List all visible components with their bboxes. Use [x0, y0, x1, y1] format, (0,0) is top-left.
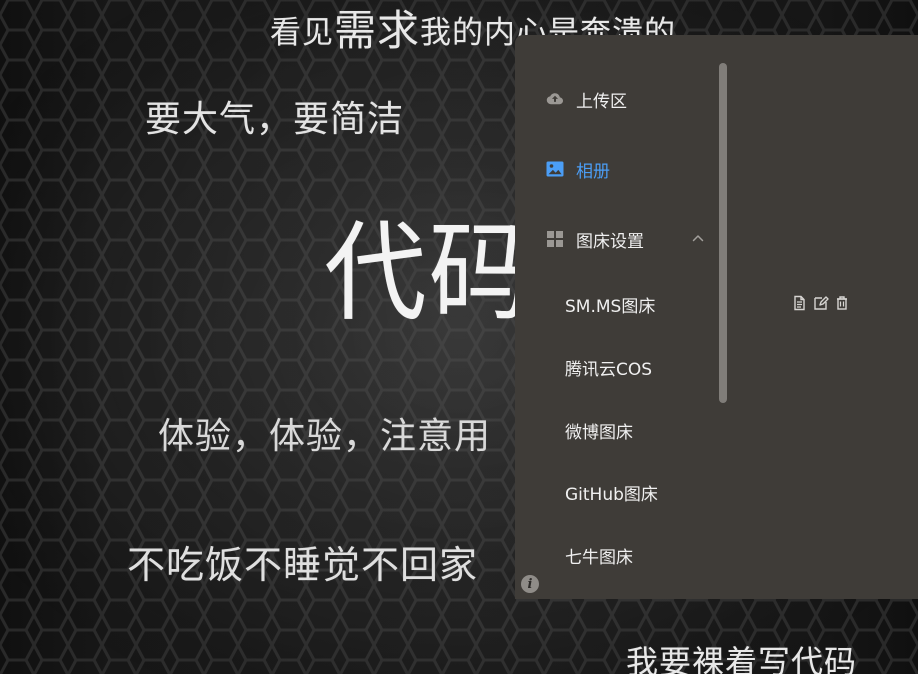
submenu-item-smms[interactable]: SM.MS图床	[515, 287, 715, 321]
submenu-item-github-label: GitHub图床	[565, 484, 658, 505]
trash-icon[interactable]	[832, 293, 852, 313]
background-text-line-1-prefix: 看见	[270, 15, 334, 51]
cloud-upload-icon	[545, 89, 565, 109]
menu-item-upload-label: 上传区	[576, 91, 627, 112]
background-text-line-4: 体验，体验，注意用	[158, 416, 492, 457]
edit-icon[interactable]	[811, 293, 831, 313]
settings-panel: 上传区 相册 图床设置 SM.MS图床 腾讯云COS 微博图床 GitHub图床…	[515, 35, 918, 599]
submenu-item-tencent-cos[interactable]: 腾讯云COS	[515, 350, 715, 384]
menu-item-album-label: 相册	[576, 161, 610, 182]
submenu-item-github[interactable]: GitHub图床	[515, 475, 715, 509]
submenu-item-qiniu-label: 七牛图床	[565, 547, 633, 568]
menu-item-album[interactable]: 相册	[515, 152, 715, 186]
sidebar-scrollbar[interactable]	[719, 63, 727, 403]
background-text-line-5: 不吃饭不睡觉不回家	[127, 543, 479, 587]
background-text-line-3: 代码	[324, 211, 534, 336]
submenu-item-tencent-cos-label: 腾讯云COS	[565, 359, 653, 380]
sidebar-menu: 上传区 相册 图床设置 SM.MS图床 腾讯云COS 微博图床 GitHub图床…	[515, 35, 720, 599]
app-window: 看见需求我的内心是奔溃的 要大气，要简洁 代码 体验，体验，注意用 不吃饭不睡觉…	[0, 0, 918, 674]
background-text-line-2: 要大气，要简洁	[145, 99, 405, 140]
chevron-up-icon	[692, 235, 704, 242]
document-icon[interactable]	[790, 293, 810, 313]
background-text-line-1-accent: 需求	[334, 6, 421, 55]
menu-item-upload[interactable]: 上传区	[515, 82, 715, 116]
menu-item-image-host-settings[interactable]: 图床设置	[515, 222, 715, 256]
image-icon	[545, 159, 565, 179]
menu-item-image-host-settings-label: 图床设置	[576, 231, 644, 252]
background-text-line-6: 我要裸着写代码	[626, 643, 858, 674]
submenu-item-weibo-label: 微博图床	[565, 422, 633, 443]
submenu-item-weibo[interactable]: 微博图床	[515, 413, 715, 447]
row-actions	[790, 293, 852, 313]
grid-icon	[545, 229, 565, 249]
submenu-item-qiniu[interactable]: 七牛图床	[515, 538, 715, 572]
submenu-item-smms-label: SM.MS图床	[565, 296, 656, 317]
info-icon[interactable]: i	[521, 575, 539, 593]
